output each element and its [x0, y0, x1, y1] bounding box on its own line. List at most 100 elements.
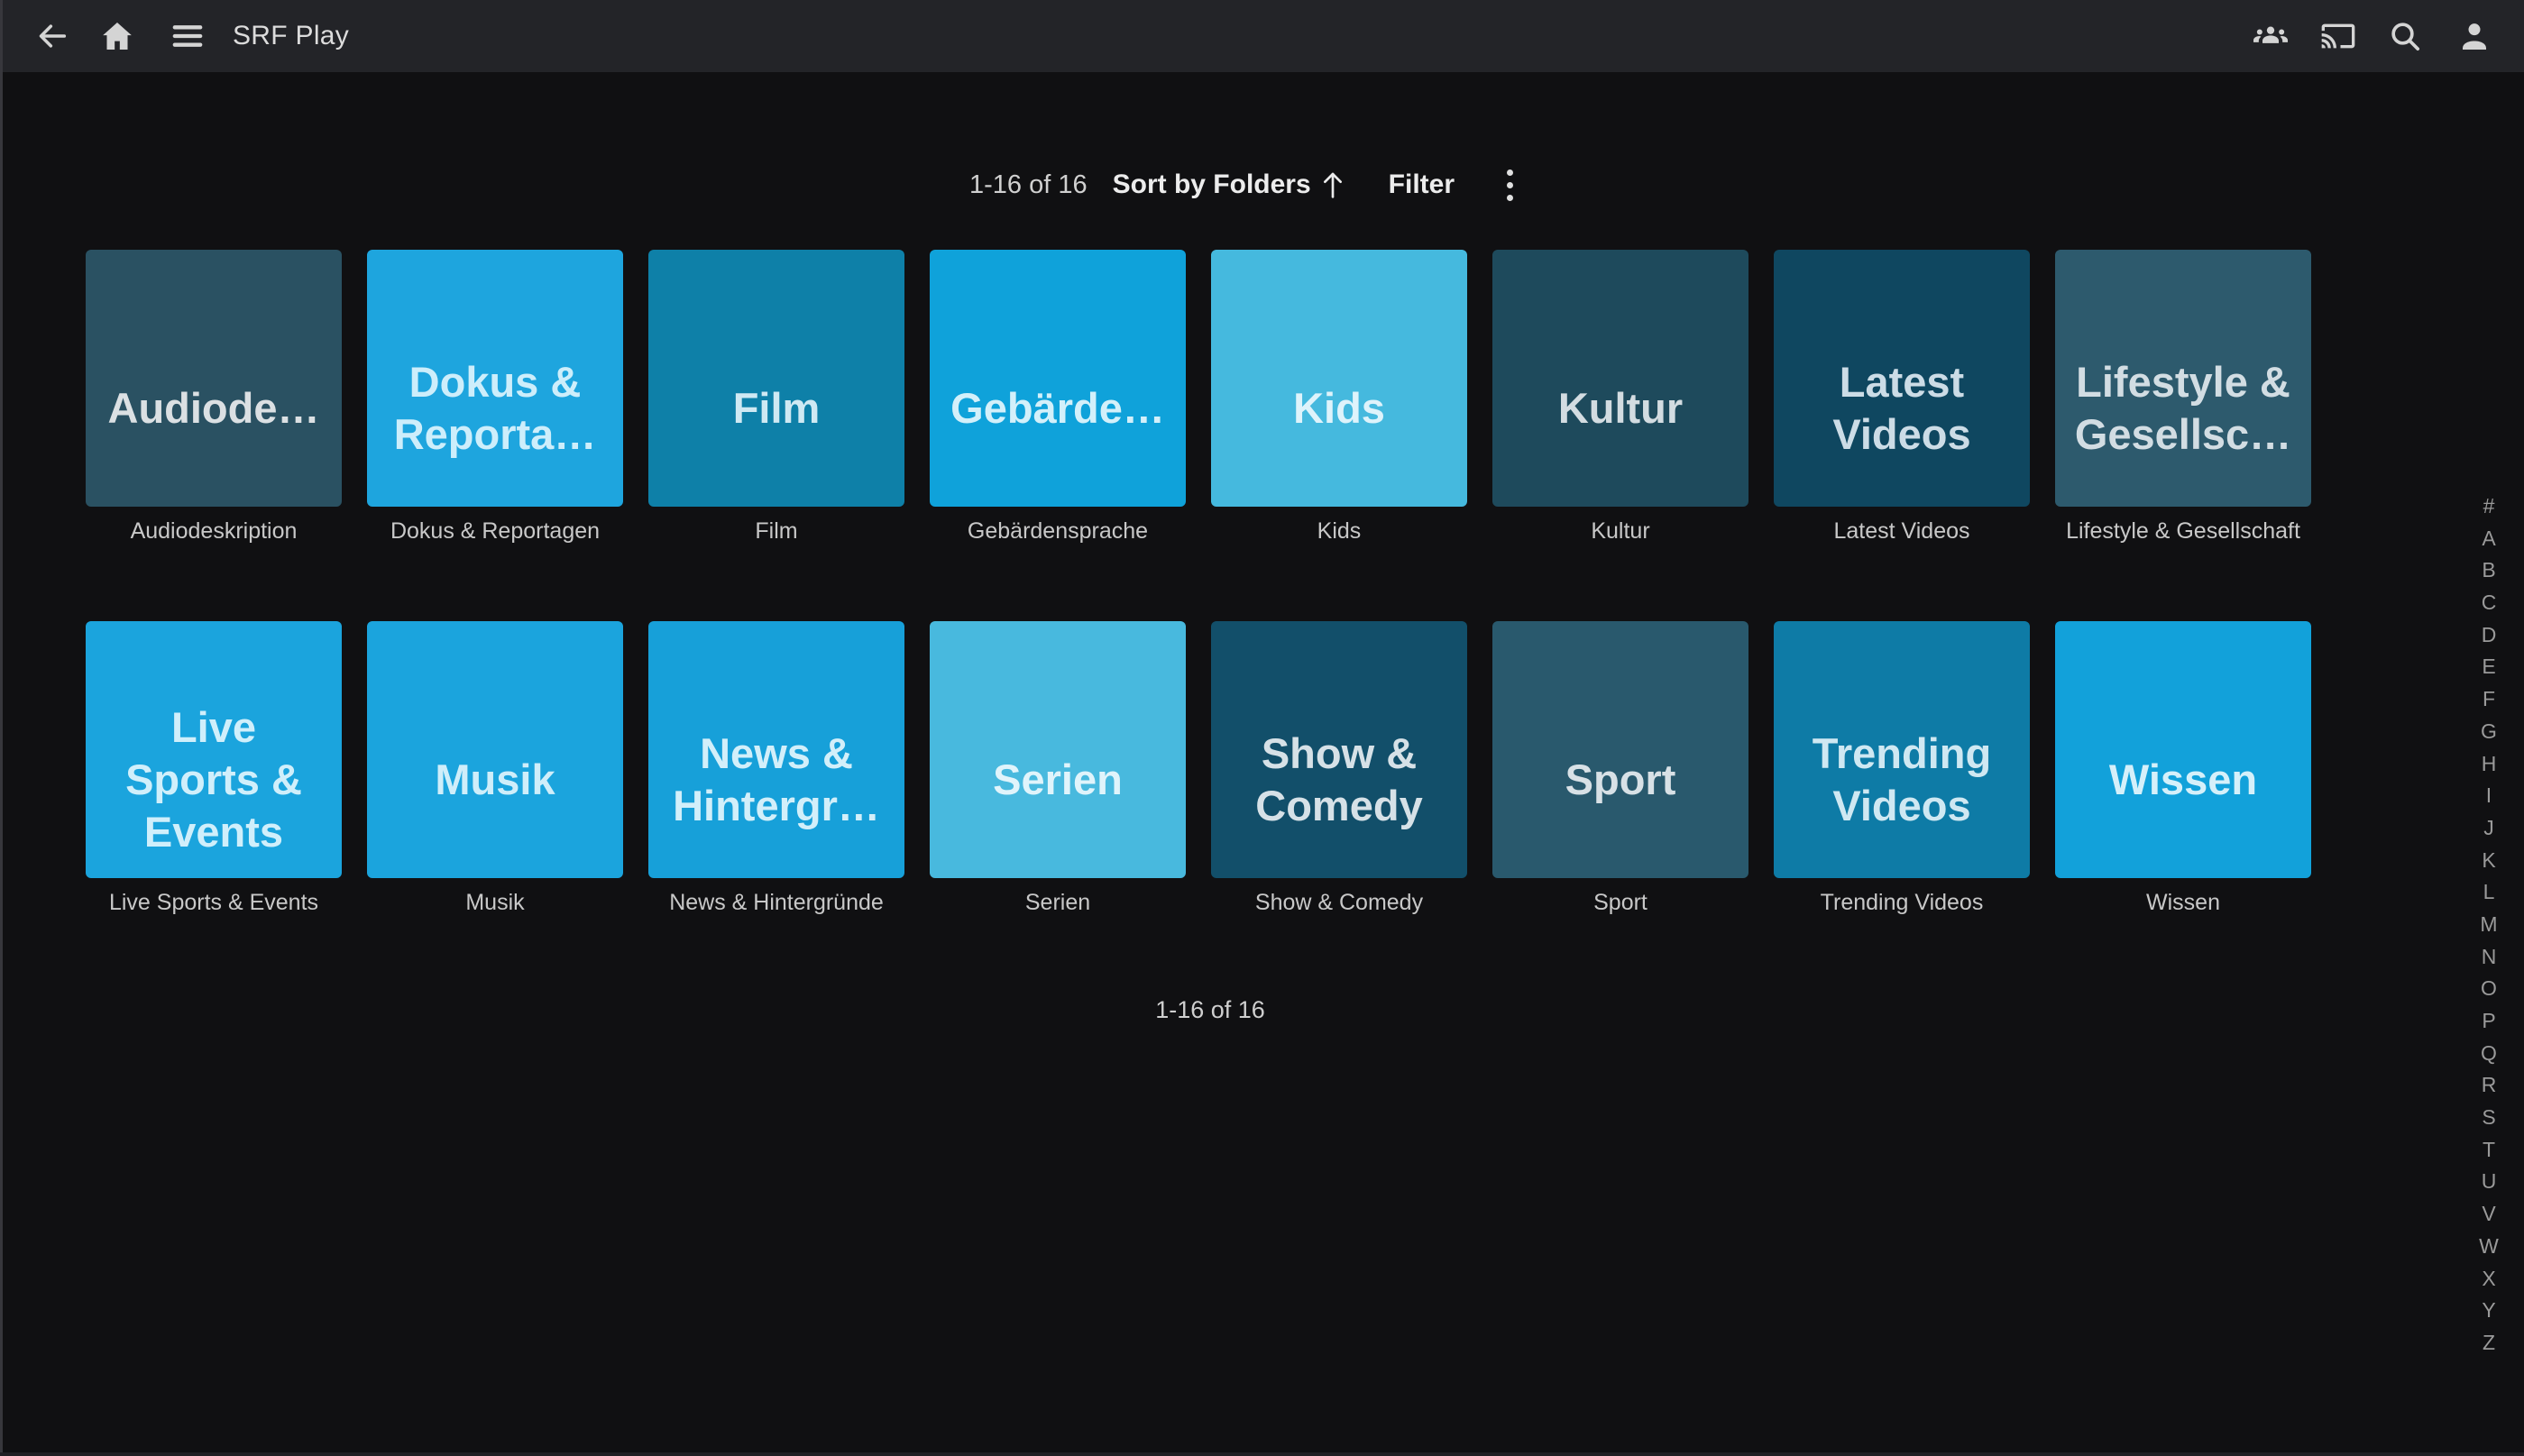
alphabet-letter[interactable]: W	[2479, 1235, 2499, 1257]
folder-tile[interactable]: Audiode…	[86, 250, 342, 507]
tile-title: Wissen	[2109, 754, 2257, 806]
search-icon[interactable]	[2387, 18, 2423, 54]
syncplay-group-icon[interactable]	[2253, 18, 2289, 54]
tile-caption[interactable]: Dokus & Reportagen	[367, 518, 623, 545]
folder-tile[interactable]: Serien	[930, 621, 1186, 878]
library-grid: Audiode… Audiodeskription Dokus & Report…	[86, 250, 2311, 916]
tile-caption[interactable]: Film	[648, 518, 904, 545]
tile-caption[interactable]: Kids	[1211, 518, 1467, 545]
tile-title: Serien	[993, 754, 1123, 806]
sort-button[interactable]: Sort by Folders	[1113, 169, 1347, 201]
tile-caption[interactable]: Musik	[367, 890, 623, 916]
user-profile-icon[interactable]	[2456, 18, 2492, 54]
folder-tile[interactable]: Dokus & Reporta…	[367, 250, 623, 507]
folder-tile[interactable]: Kids	[1211, 250, 1467, 507]
tile-title: Dokus &	[409, 356, 582, 408]
alphabet-letter[interactable]: X	[2482, 1268, 2495, 1289]
alphabet-letter[interactable]: M	[2480, 913, 2497, 935]
alphabet-letter[interactable]: E	[2482, 655, 2495, 677]
tile-caption[interactable]: News & Hintergründe	[648, 890, 904, 916]
folder-tile[interactable]: News & Hintergr…	[648, 621, 904, 878]
alphabet-letter[interactable]: I	[2486, 784, 2492, 806]
tile-caption[interactable]: Trending Videos	[1774, 890, 2030, 916]
library-card: Show & Comedy Show & Comedy	[1211, 621, 1467, 916]
tile-caption[interactable]: Wissen	[2055, 890, 2311, 916]
folder-tile[interactable]: Trending Videos	[1774, 621, 2030, 878]
tile-caption[interactable]: Gebärdensprache	[930, 518, 1186, 545]
tile-caption[interactable]: Lifestyle & Gesellschaft	[2055, 518, 2311, 545]
app-screen: SRF Play 1-16 of 16 Sort by Folders	[0, 0, 2524, 1456]
library-card: Latest Videos Latest Videos	[1774, 250, 2030, 545]
library-card: Trending Videos Trending Videos	[1774, 621, 2030, 916]
alphabet-letter[interactable]: O	[2481, 977, 2497, 999]
alphabet-letter[interactable]: N	[2482, 946, 2497, 967]
alphabet-letter[interactable]: C	[2482, 591, 2497, 613]
alphabet-letter[interactable]: P	[2482, 1010, 2495, 1031]
tile-title: Sport	[1565, 754, 1676, 806]
tile-title: News &	[700, 728, 853, 780]
tile-caption[interactable]: Sport	[1492, 890, 1748, 916]
folder-tile[interactable]: Live Sports & Events	[86, 621, 342, 878]
alphabet-letter[interactable]: K	[2482, 849, 2495, 871]
folder-tile[interactable]: Kultur	[1492, 250, 1748, 507]
left-edge-strip	[0, 0, 3, 1456]
library-card: Lifestyle & Gesellsc… Lifestyle & Gesell…	[2055, 250, 2311, 545]
alphabet-letter[interactable]: L	[2483, 881, 2495, 902]
folder-tile[interactable]: Gebärde…	[930, 250, 1186, 507]
top-app-bar: SRF Play	[0, 0, 2524, 72]
arrow-up-icon	[1318, 169, 1347, 201]
alphabet-letter[interactable]: J	[2483, 817, 2494, 838]
library-card: Live Sports & Events Live Sports & Event…	[86, 621, 342, 916]
alphabet-letter[interactable]: B	[2482, 559, 2495, 581]
folder-tile[interactable]: Musik	[367, 621, 623, 878]
alphabet-letter[interactable]: #	[2483, 495, 2495, 517]
tile-caption[interactable]: Latest Videos	[1774, 518, 2030, 545]
tile-title: Show &	[1262, 728, 1417, 780]
tile-caption[interactable]: Live Sports & Events	[86, 890, 342, 916]
tile-caption[interactable]: Show & Comedy	[1211, 890, 1467, 916]
tile-caption[interactable]: Serien	[930, 890, 1186, 916]
alphabet-letter[interactable]: T	[2483, 1139, 2495, 1160]
folder-tile[interactable]: Wissen	[2055, 621, 2311, 878]
alphabet-letter[interactable]: Y	[2482, 1299, 2495, 1321]
alphabet-letter[interactable]: V	[2482, 1203, 2495, 1224]
cast-icon[interactable]	[2320, 18, 2356, 54]
tile-title: Latest	[1840, 356, 1964, 408]
alphabet-letter[interactable]: U	[2482, 1170, 2497, 1192]
tile-title: Comedy	[1255, 780, 1422, 832]
kebab-menu-icon[interactable]	[1498, 162, 1522, 207]
alphabet-letter[interactable]: A	[2482, 527, 2495, 549]
bottom-edge-strip	[0, 1452, 2524, 1456]
footer-paging-count: 1-16 of 16	[1120, 996, 1300, 1024]
alphabet-letter[interactable]: R	[2482, 1074, 2497, 1095]
alphabet-letter[interactable]: Q	[2481, 1042, 2497, 1064]
folder-tile[interactable]: Lifestyle & Gesellsc…	[2055, 250, 2311, 507]
folder-tile[interactable]: Latest Videos	[1774, 250, 2030, 507]
alphabet-letter[interactable]: F	[2483, 688, 2495, 710]
library-card: News & Hintergr… News & Hintergründe	[648, 621, 904, 916]
library-controls: 1-16 of 16 Sort by Folders Filter	[969, 165, 1522, 205]
alphabet-letter[interactable]: S	[2482, 1106, 2495, 1128]
menu-icon[interactable]	[170, 18, 206, 54]
tile-caption[interactable]: Audiodeskription	[86, 518, 342, 545]
alphabet-letter[interactable]: D	[2482, 624, 2497, 646]
tile-title: Gesellsc…	[2075, 408, 2291, 461]
tile-title: Live	[171, 701, 256, 754]
folder-tile[interactable]: Sport	[1492, 621, 1748, 878]
home-icon[interactable]	[99, 18, 135, 54]
folder-tile[interactable]: Film	[648, 250, 904, 507]
filter-button[interactable]: Filter	[1389, 169, 1455, 200]
back-arrow-icon[interactable]	[34, 18, 70, 54]
library-card: Kids Kids	[1211, 250, 1467, 545]
alphabet-letter[interactable]: Z	[2483, 1332, 2495, 1353]
alphabet-letter[interactable]: G	[2481, 720, 2497, 742]
folder-tile[interactable]: Show & Comedy	[1211, 621, 1467, 878]
library-card: Serien Serien	[930, 621, 1186, 916]
sort-label: Sort by Folders	[1113, 169, 1311, 200]
tile-title: Musik	[435, 754, 555, 806]
library-card: Wissen Wissen	[2055, 621, 2311, 916]
tile-caption[interactable]: Kultur	[1492, 518, 1748, 545]
library-card: Musik Musik	[367, 621, 623, 916]
tile-title: Events	[144, 806, 283, 858]
alphabet-letter[interactable]: H	[2482, 753, 2497, 774]
